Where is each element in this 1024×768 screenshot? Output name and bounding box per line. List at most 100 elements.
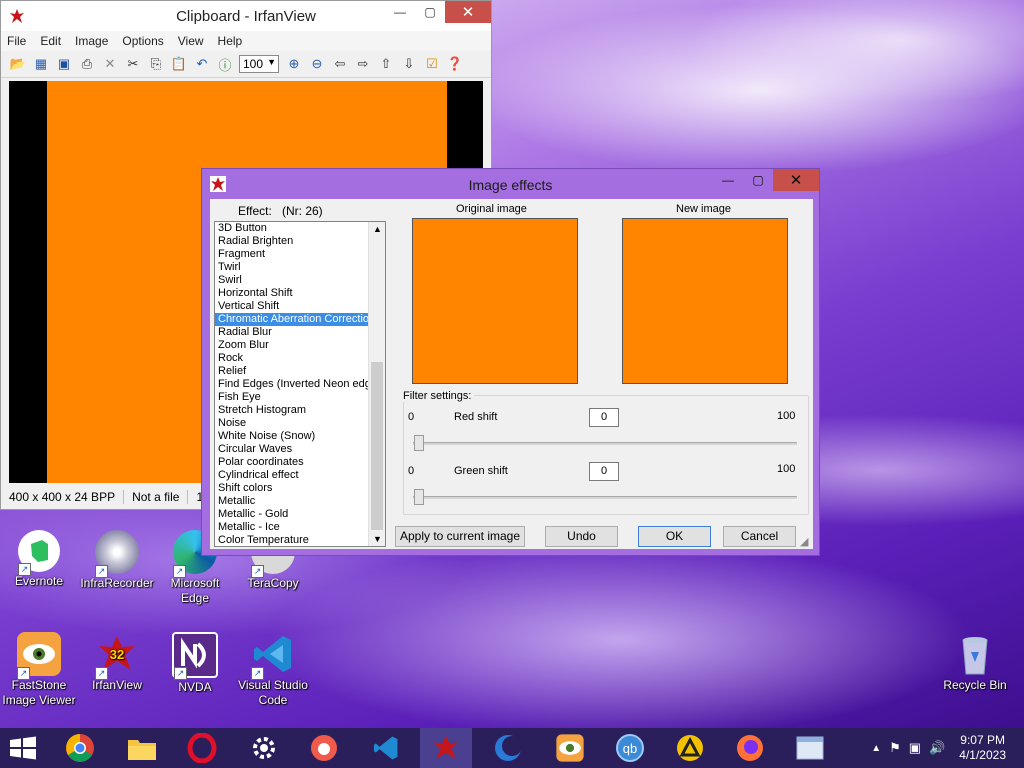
- apply-to-current-image-button[interactable]: Apply to current image: [395, 526, 525, 547]
- arrow-up-icon[interactable]: ⇧: [377, 55, 395, 73]
- clock[interactable]: 9:07 PM 4/1/2023: [959, 733, 1006, 763]
- resize-grip-icon[interactable]: ◢: [800, 535, 808, 548]
- taskbar-window[interactable]: [784, 728, 836, 768]
- effect-list-item[interactable]: Radial Blur: [215, 326, 370, 339]
- taskbar-app-moon[interactable]: [482, 728, 534, 768]
- menu-view[interactable]: View: [178, 34, 204, 48]
- scroll-up-icon[interactable]: ▲: [373, 224, 382, 234]
- red-shift-slider[interactable]: [414, 435, 424, 451]
- open-folder-icon[interactable]: 📂: [9, 55, 27, 73]
- arrow-down-icon[interactable]: ⇩: [400, 55, 418, 73]
- effect-list-item[interactable]: Circular Waves: [215, 443, 370, 456]
- red-shift-input[interactable]: 0: [589, 408, 619, 427]
- info-icon[interactable]: ⓘ: [216, 55, 234, 73]
- action-center-flag-icon[interactable]: ⚑: [889, 740, 901, 756]
- menu-file[interactable]: File: [7, 34, 26, 48]
- effect-list-item[interactable]: Chromatic Aberration Correction: [215, 313, 370, 326]
- menu-image[interactable]: Image: [75, 34, 108, 48]
- menu-help[interactable]: Help: [218, 34, 243, 48]
- delete-icon[interactable]: ✕: [101, 55, 119, 73]
- effect-list-item[interactable]: Rock: [215, 352, 370, 365]
- cancel-button[interactable]: Cancel: [723, 526, 796, 547]
- print-icon[interactable]: ⎙: [78, 55, 96, 73]
- taskbar-qbittorrent[interactable]: qb: [604, 728, 656, 768]
- desktop-icon-vscode[interactable]: ↗ Visual Studio Code: [234, 632, 312, 708]
- effect-list-item[interactable]: Find Edges (Inverted Neon edge: [215, 378, 370, 391]
- filmstrip-icon[interactable]: ▦: [32, 55, 50, 73]
- effect-list-item[interactable]: Swirl: [215, 274, 370, 287]
- effect-list-item[interactable]: White Noise (Snow): [215, 430, 370, 443]
- cut-icon[interactable]: ✂: [124, 55, 142, 73]
- desktop-icon-nvda[interactable]: ↗ NVDA: [156, 632, 234, 695]
- red-max-label: 100: [777, 410, 796, 422]
- scroll-thumb[interactable]: [371, 362, 383, 530]
- dialog-titlebar[interactable]: Image effects — ▢ ✕: [202, 169, 819, 199]
- green-shift-input[interactable]: 0: [589, 462, 619, 481]
- taskbar-irfanview[interactable]: [420, 728, 472, 768]
- scroll-down-icon[interactable]: ▼: [373, 534, 382, 544]
- desktop-icon-irfanview[interactable]: 32 ↗ IrfanView: [78, 632, 156, 693]
- menu-edit[interactable]: Edit: [40, 34, 61, 48]
- taskbar-vscode[interactable]: [360, 728, 412, 768]
- effect-list-item[interactable]: Fish Eye: [215, 391, 370, 404]
- minimize-button[interactable]: —: [713, 169, 743, 191]
- windows-start-icon[interactable]: [8, 736, 38, 760]
- effect-list-item[interactable]: Radial Brighten: [215, 235, 370, 248]
- paste-icon[interactable]: 📋: [170, 55, 188, 73]
- desktop-icon-faststone[interactable]: ↗ FastStone Image Viewer: [0, 632, 78, 708]
- settings-checklist-icon[interactable]: ☑: [423, 55, 441, 73]
- maximize-button[interactable]: ▢: [415, 1, 445, 23]
- effect-list-item[interactable]: Noise: [215, 417, 370, 430]
- effect-list-item[interactable]: Polar coordinates: [215, 456, 370, 469]
- effect-list-item[interactable]: Fragment: [215, 248, 370, 261]
- zoom-select[interactable]: 100 ▼: [239, 55, 279, 73]
- menu-options[interactable]: Options: [122, 34, 163, 48]
- green-shift-slider[interactable]: [414, 489, 424, 505]
- minimize-button[interactable]: —: [385, 1, 415, 23]
- effect-list-item[interactable]: Metallic - Ice: [215, 521, 370, 534]
- volume-icon[interactable]: 🔊: [929, 740, 945, 756]
- close-button[interactable]: ✕: [773, 169, 819, 191]
- taskbar-file-explorer[interactable]: [116, 728, 168, 768]
- save-icon[interactable]: ▣: [55, 55, 73, 73]
- effect-number: (Nr: 26): [282, 204, 323, 218]
- taskbar-screen-recorder[interactable]: [298, 728, 350, 768]
- desktop-icon-evernote[interactable]: ↗ Evernote: [0, 530, 78, 589]
- desktop-icon-infrarecorder[interactable]: ↗ InfraRecorder: [78, 530, 156, 591]
- effect-list-item[interactable]: Stretch Histogram: [215, 404, 370, 417]
- effect-list-item[interactable]: Twirl: [215, 261, 370, 274]
- effect-list-item[interactable]: 3D Button: [215, 222, 370, 235]
- effect-list-item[interactable]: Metallic - Gold: [215, 508, 370, 521]
- effect-list-item[interactable]: Cylindrical effect: [215, 469, 370, 482]
- close-button[interactable]: ✕: [445, 1, 491, 23]
- taskbar-opera[interactable]: [176, 728, 228, 768]
- effects-listbox[interactable]: 3D Button Radial Brighten Fragment Twirl Swi…: [214, 221, 386, 547]
- taskbar-settings[interactable]: [238, 728, 290, 768]
- zoom-out-icon[interactable]: ⊖: [308, 55, 326, 73]
- effect-list-item[interactable]: Shift colors: [215, 482, 370, 495]
- taskbar-aimp[interactable]: [664, 728, 716, 768]
- zoom-in-icon[interactable]: ⊕: [285, 55, 303, 73]
- ok-button[interactable]: OK: [638, 526, 711, 547]
- effect-list-item[interactable]: Vertical Shift: [215, 300, 370, 313]
- effect-list-item[interactable]: Zoom Blur: [215, 339, 370, 352]
- list-scrollbar[interactable]: ▲ ▼: [368, 222, 385, 546]
- maximize-button[interactable]: ▢: [743, 169, 773, 191]
- taskbar-chrome[interactable]: [54, 728, 106, 768]
- arrow-right-icon[interactable]: ⇨: [354, 55, 372, 73]
- desktop-icon-recycle-bin[interactable]: Recycle Bin: [936, 632, 1014, 693]
- effect-list-item[interactable]: Metallic: [215, 495, 370, 508]
- network-icon[interactable]: ▣: [909, 740, 921, 756]
- irfanview-titlebar[interactable]: Clipboard - IrfanView — ▢ ✕: [1, 1, 491, 31]
- taskbar-faststone[interactable]: [544, 728, 596, 768]
- effect-list-item[interactable]: Color Temperature: [215, 534, 370, 546]
- arrow-left-icon[interactable]: ⇦: [331, 55, 349, 73]
- tray-chevron-up-icon[interactable]: ▲: [871, 743, 881, 754]
- undo-button[interactable]: Undo: [545, 526, 618, 547]
- undo-icon[interactable]: ↶: [193, 55, 211, 73]
- taskbar-firefox[interactable]: [724, 728, 776, 768]
- effect-list-item[interactable]: Horizontal Shift: [215, 287, 370, 300]
- help-icon[interactable]: ❓: [446, 55, 464, 73]
- copy-icon[interactable]: ⎘: [147, 55, 165, 73]
- effect-list-item[interactable]: Relief: [215, 365, 370, 378]
